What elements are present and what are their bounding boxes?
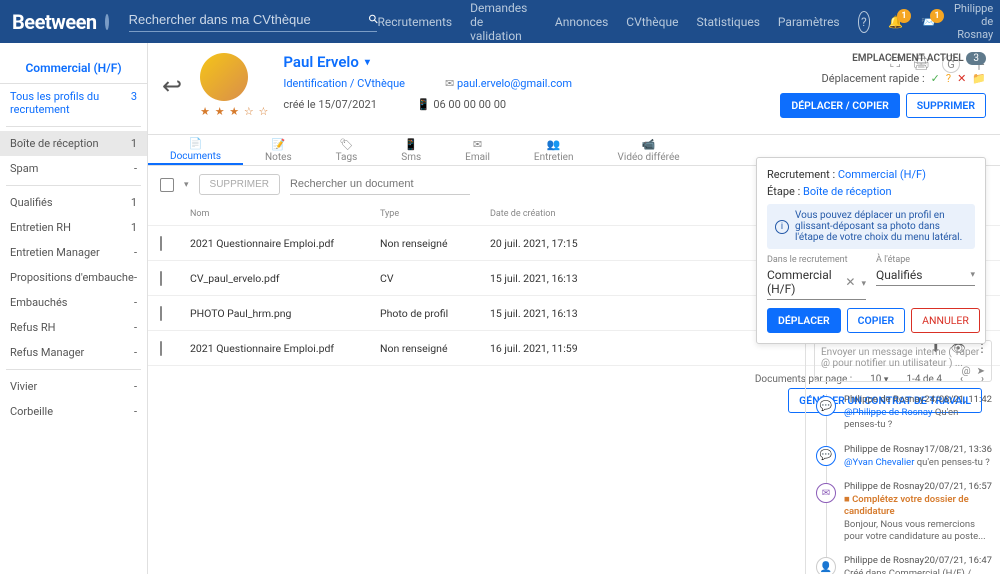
tab-email[interactable]: ✉Email [443, 135, 512, 165]
sidebar-item[interactable]: Propositions d'embauche- [0, 265, 147, 290]
sidebar-item[interactable]: Corbeille- [0, 399, 147, 424]
email-icon: ✉ [445, 77, 457, 90]
docs-supprimer-button[interactable]: SUPPRIMER [199, 174, 280, 195]
rating-stars[interactable]: ★ ★ ★ ☆ ☆ [200, 105, 269, 118]
sidebar-item[interactable]: Vivier- [0, 374, 147, 399]
send-icon[interactable]: ➤ [977, 366, 985, 377]
sidebar-item[interactable]: Tous les profils du recrutement3 [0, 84, 147, 122]
search-input[interactable] [129, 12, 369, 27]
popover-annuler-button[interactable]: ANNULER [911, 308, 980, 333]
tab-vidéo différée[interactable]: 📹Vidéo différée [596, 135, 702, 165]
etape-select[interactable]: Qualifiés ▾ [876, 265, 975, 286]
profile-name-dropdown[interactable]: Paul Ervelo▾ [283, 53, 572, 71]
info-icon: i [775, 220, 789, 234]
header-type: Type [380, 209, 490, 219]
recrutement-select[interactable]: Commercial (H/F) ✕▾ [767, 265, 866, 300]
recrutement-link[interactable]: Commercial (H/F) [838, 168, 926, 181]
timeline-item: 👤Philippe de Rosnay20/07/21, 16:47Créé d… [814, 555, 992, 574]
popover-deplacer-button[interactable]: DÉPLACER [767, 308, 841, 333]
created-date: créé le 15/07/2021 [283, 98, 377, 111]
sidebar-item[interactable]: Refus Manager- [0, 340, 147, 365]
move-popover: Recrutement : Commercial (H/F) Étape : B… [756, 157, 986, 344]
emplacement-box: EMPLACEMENT ACTUEL 3 Déplacement rapide … [780, 51, 986, 118]
sidebar-title: Commercial (H/F) [0, 53, 147, 84]
emplacement-count: 3 [966, 52, 986, 65]
search-document-input[interactable] [290, 174, 470, 195]
chevron-down-icon[interactable]: ▾ [861, 279, 866, 289]
top-nav: Recrutements Demandes de validation Anno… [377, 1, 993, 43]
etape-link[interactable]: Boîte de réception [803, 185, 892, 198]
sidebar-item[interactable]: Spam- [0, 156, 147, 181]
timeline-item: 💬Philippe de Rosnay24/08/21, 11:42@Phili… [814, 394, 992, 432]
help-icon[interactable]: ? [858, 11, 870, 33]
phone-icon: 📱 [417, 98, 433, 111]
quick-close-icon[interactable]: ✕ [957, 72, 966, 85]
tab-entretien[interactable]: 👥Entretien [512, 135, 596, 165]
logo: Beetween [12, 10, 97, 34]
chevron-down-icon[interactable]: ▾ [970, 270, 975, 280]
identification-link[interactable]: Identification / CVthèque [283, 77, 405, 90]
nav-demandes[interactable]: Demandes de validation [470, 1, 537, 43]
nav-parametres[interactable]: Paramètres [778, 15, 840, 29]
select-all-checkbox[interactable] [160, 178, 174, 192]
sidebar-item[interactable]: Qualifiés1 [0, 190, 147, 215]
nav-statistiques[interactable]: Statistiques [696, 15, 759, 29]
supprimer-button[interactable]: SUPPRIMER [906, 93, 986, 118]
avatar [200, 53, 248, 101]
content: EMPLACEMENT ACTUEL 3 Déplacement rapide … [148, 43, 1000, 574]
notifications-icon[interactable]: 🔔1 [888, 15, 903, 29]
row-checkbox[interactable] [160, 236, 162, 251]
emplacement-label: EMPLACEMENT ACTUEL [852, 53, 964, 64]
info-box: i Vous pouvez déplacer un profil en glis… [767, 204, 975, 249]
search-wrap: ⚲ [129, 12, 378, 32]
topbar: Beetween ⚲ Recrutements Demandes de vali… [0, 0, 1000, 43]
chevron-down-icon: ▾ [365, 57, 370, 68]
nav-recrutements[interactable]: Recrutements [377, 15, 452, 29]
quick-help-icon[interactable]: ? [946, 72, 951, 85]
sidebar-item[interactable]: Entretien Manager- [0, 240, 147, 265]
sidebar-item[interactable]: Entretien RH1 [0, 215, 147, 240]
quick-folder-icon[interactable]: 📁 [972, 72, 986, 85]
popover-copier-button[interactable]: COPIER [847, 308, 905, 333]
logo-circle-icon [105, 14, 109, 30]
sidebar-item[interactable]: Boîte de réception1 [0, 131, 147, 156]
profile-phone: 06 00 00 00 00 [433, 98, 506, 111]
profile-email[interactable]: paul.ervelo@gmail.com [457, 77, 572, 90]
header-date: Date de création [490, 209, 640, 219]
nav-cvtheque[interactable]: CVthèque [626, 15, 678, 29]
quick-check-icon[interactable]: ✓ [931, 72, 940, 85]
inbox-icon[interactable]: 📨1 [921, 15, 936, 29]
history-panel: 🕓HISTORIQUE Envoyer un message interne (… [805, 308, 1000, 574]
row-checkbox[interactable] [160, 341, 162, 356]
sidebar-item[interactable]: Embauchés- [0, 290, 147, 315]
tab-notes[interactable]: 📝Notes [243, 135, 314, 165]
tab-documents[interactable]: 📄Documents [148, 135, 243, 165]
header-nom: Nom [190, 209, 380, 219]
timeline-item: ✉Philippe de Rosnay20/07/21, 16:57■ Comp… [814, 481, 992, 543]
tab-tags[interactable]: 🏷Tags [314, 135, 380, 165]
clear-icon[interactable]: ✕ [845, 275, 855, 289]
deplacer-copier-button[interactable]: DÉPLACER / COPIER [780, 93, 899, 118]
row-checkbox[interactable] [160, 306, 162, 321]
nav-annonces[interactable]: Annonces [555, 15, 608, 29]
back-arrow-icon[interactable]: ↩ [162, 72, 186, 100]
sidebar: Commercial (H/F) Tous les profils du rec… [0, 43, 148, 574]
tab-sms[interactable]: 📱Sms [379, 135, 443, 165]
mention-icon[interactable]: @ [962, 366, 971, 377]
message-input[interactable]: Envoyer un message interne ( Taper @ pou… [814, 340, 992, 382]
user-menu[interactable]: Philippe de Rosnay [954, 2, 993, 42]
sidebar-item[interactable]: Refus RH- [0, 315, 147, 340]
checkbox-dropdown-icon[interactable]: ▾ [184, 180, 189, 190]
row-checkbox[interactable] [160, 271, 162, 286]
timeline-item: 💬Philippe de Rosnay17/08/21, 13:36@Yvan … [814, 444, 992, 469]
quick-move-label: Déplacement rapide : [822, 72, 925, 85]
